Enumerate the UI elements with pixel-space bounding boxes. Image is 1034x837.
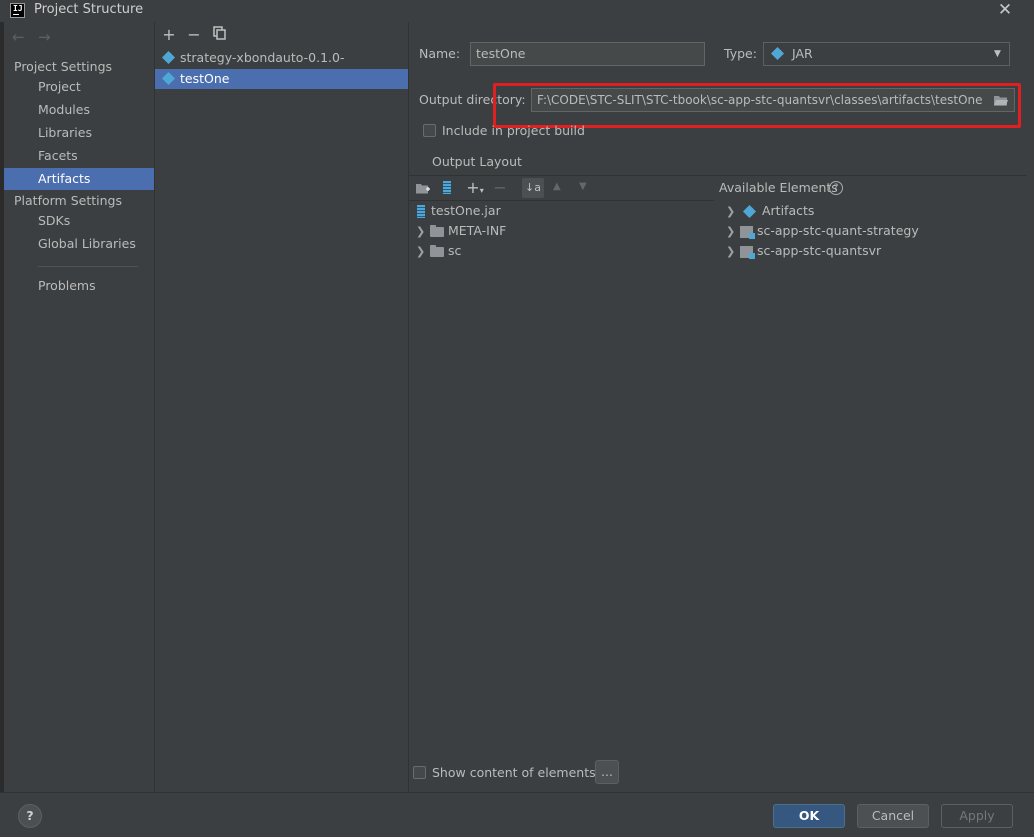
folder-icon <box>430 224 444 237</box>
right-window-edge <box>1027 22 1034 836</box>
chevron-right-icon[interactable]: ❯ <box>726 242 740 262</box>
type-select-value: JAR <box>792 46 813 61</box>
copy-icon[interactable] <box>211 26 229 44</box>
nav-item-problems[interactable]: Problems <box>4 275 154 297</box>
move-up-icon[interactable]: ▲ <box>553 181 561 192</box>
include-in-build-label: Include in project build <box>442 123 585 138</box>
layout-tree-item-sc[interactable]: ❯ sc <box>416 241 461 261</box>
type-select[interactable]: JAR ▼ <box>763 42 1010 66</box>
close-icon[interactable]: ✕ <box>994 0 1016 20</box>
chevron-right-icon[interactable]: ❯ <box>416 242 430 262</box>
name-field[interactable]: testOne <box>470 42 705 66</box>
nav-item-sdks[interactable]: SDKs <box>4 210 154 232</box>
arrow-left-icon[interactable]: ← <box>12 28 25 46</box>
nav-item-project[interactable]: Project <box>4 76 154 98</box>
sort-elements-icon[interactable]: ↓a <box>522 178 544 198</box>
jar-icon <box>417 205 425 218</box>
layout-tree-item-meta-inf[interactable]: ❯ META-INF <box>416 221 506 241</box>
add-artifact-button[interactable]: + <box>160 26 178 44</box>
nav-item-artifacts[interactable]: Artifacts <box>4 168 154 190</box>
nav-item-global-libraries[interactable]: Global Libraries <box>4 233 154 255</box>
artifact-item-strategy[interactable]: strategy-xbondauto-0.1.0-SNAPSHOT <box>155 48 408 85</box>
nav-divider <box>38 266 138 267</box>
remove-element-button[interactable]: − <box>491 179 509 197</box>
artifact-diamond-icon <box>161 71 176 86</box>
layout-tree-root[interactable]: testOne.jar <box>417 201 501 221</box>
platform-settings-header: Platform Settings <box>14 193 122 208</box>
show-content-label: Show content of elements <box>432 765 596 780</box>
include-in-build-checkbox[interactable] <box>423 124 436 137</box>
chevron-right-icon[interactable]: ❯ <box>726 202 740 222</box>
question-circle-icon[interactable]: ? <box>829 181 843 195</box>
add-copy-of-button[interactable]: +▾ <box>466 179 484 197</box>
chevron-right-icon[interactable]: ❯ <box>726 222 740 242</box>
available-item-artifacts[interactable]: ❯ Artifacts <box>726 201 814 221</box>
available-item-label: sc-app-stc-quant-strategy <box>757 223 919 238</box>
title-bar <box>0 0 1034 22</box>
nav-item-modules[interactable]: Modules <box>4 99 154 121</box>
show-content-checkbox[interactable] <box>413 766 426 779</box>
artifact-diamond-icon <box>161 50 176 65</box>
available-item-quant-strategy[interactable]: ❯ sc-app-stc-quant-strategy <box>726 221 919 241</box>
tab-output-layout[interactable]: Output Layout <box>432 154 522 169</box>
settings-nav: ← → Project Settings Project Modules Lib… <box>4 22 155 792</box>
show-content-options-button[interactable]: ... <box>595 760 619 784</box>
app-icon-text: IJ <box>13 4 23 13</box>
intellij-app-icon: IJ <box>10 3 25 18</box>
module-icon <box>740 225 755 239</box>
module-icon <box>740 245 755 259</box>
nav-item-facets[interactable]: Facets <box>4 145 154 167</box>
artifact-item-testone[interactable]: testOne <box>155 69 408 89</box>
window-title: Project Structure <box>34 2 144 17</box>
help-button[interactable]: ? <box>18 804 42 828</box>
cancel-button[interactable]: Cancel <box>857 804 929 828</box>
annotation-highlight-box <box>493 83 1021 128</box>
ok-button[interactable]: OK <box>773 804 845 828</box>
artifacts-list-panel: + − strategy-xbondauto-0.1.0-SNAPSHOT te… <box>155 22 409 792</box>
jar-archive-icon[interactable] <box>443 181 453 195</box>
tree-item-label: META-INF <box>448 223 507 238</box>
new-directory-icon[interactable] <box>415 181 431 195</box>
arrow-right-icon[interactable]: → <box>38 28 51 46</box>
move-down-icon[interactable]: ▼ <box>579 181 587 192</box>
chevron-right-icon[interactable]: ❯ <box>416 222 430 242</box>
jar-diamond-icon <box>770 46 785 61</box>
layout-tree-root-label: testOne.jar <box>431 203 501 218</box>
nav-item-libraries[interactable]: Libraries <box>4 122 154 144</box>
apply-button[interactable]: Apply <box>941 804 1013 828</box>
remove-artifact-button[interactable]: − <box>185 26 203 44</box>
folder-icon <box>430 244 444 257</box>
project-settings-header: Project Settings <box>14 59 113 74</box>
available-item-label: sc-app-stc-quantsvr <box>757 243 882 258</box>
name-label: Name: <box>419 46 461 61</box>
available-item-quantsvr[interactable]: ❯ sc-app-stc-quantsvr <box>726 241 881 261</box>
artifact-item-label: testOne <box>180 71 230 86</box>
available-item-label: Artifacts <box>761 203 815 218</box>
artifact-diamond-icon <box>742 204 758 218</box>
chevron-down-icon: ▼ <box>994 49 1001 59</box>
available-elements-header: Available Elements <box>719 180 838 195</box>
type-label: Type: <box>724 46 757 61</box>
tree-item-label: sc <box>448 243 462 258</box>
